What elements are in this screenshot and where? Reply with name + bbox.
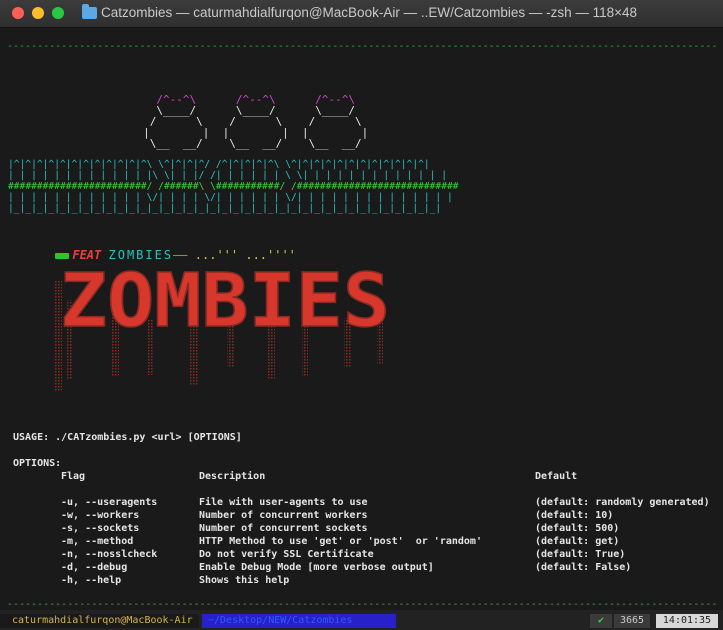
option-row: -s, --sockets Number of concurrent socke… <box>0 523 723 536</box>
option-description: Shows this help <box>199 575 290 586</box>
history-count: 3665 <box>614 614 650 628</box>
logo-text: ZOMBIES <box>60 260 390 344</box>
option-description: Do not verify SSL Certificate <box>199 549 374 560</box>
option-default: (default: True) <box>535 549 626 560</box>
option-default: (default: 500) <box>535 523 620 534</box>
prompt-time: 14:01:35 <box>656 614 718 628</box>
status-check-icon: ✔ <box>590 614 612 628</box>
folder-icon <box>82 4 97 19</box>
gun-icon <box>55 252 70 259</box>
window-title: Catzombies — caturmahdialfurqon@MacBook-… <box>101 5 638 20</box>
cat-line-5: \__ __/ \__ __/ \__ __/ <box>110 137 362 150</box>
option-flag: -m, --method <box>61 536 134 547</box>
column-flag: Flag <box>61 471 86 482</box>
terminal-content[interactable]: ----------------------------------------… <box>0 28 723 610</box>
option-default: (default: get) <box>535 536 620 547</box>
option-row: -m, --method HTTP Method to use 'get' or… <box>0 536 723 549</box>
option-flag: -n, --nosslcheck <box>61 549 158 560</box>
prompt-user: caturmahdialfurqon@MacBook-Air <box>0 614 199 628</box>
usage-line: USAGE: ./CATzombies.py <url> [OPTIONS] <box>13 432 242 443</box>
minimize-button[interactable] <box>32 7 44 19</box>
option-flag: -u, --useragents <box>61 497 158 508</box>
option-description: Number of concurrent workers <box>199 510 368 521</box>
fence-line-4: | | | | | | | | | | | | \/| | | | \/| | … <box>8 192 453 203</box>
option-row: -u, --useragents File with user-agents t… <box>0 497 723 510</box>
zoom-button[interactable] <box>52 7 64 19</box>
fence-line-3: ########################/ /######\ \####… <box>8 181 459 192</box>
fence-line-5: |_|_|_|_|_|_|_|_|_|_|_|_|_|_|_|_|_|_|_|_… <box>8 203 442 214</box>
option-flag: -s, --sockets <box>61 523 140 534</box>
option-default: (default: randomly generated) <box>535 497 710 508</box>
option-row: -d, --debug Enable Debug Mode [more verb… <box>0 562 723 575</box>
option-description: File with user-agents to use <box>199 497 368 508</box>
option-flag: -w, --workers <box>61 510 140 521</box>
option-row: -w, --workers Number of concurrent worke… <box>0 510 723 523</box>
prompt-bar[interactable]: caturmahdialfurqon@MacBook-Air ~/Desktop… <box>0 610 723 630</box>
close-button[interactable] <box>12 7 24 19</box>
option-description: Number of concurrent sockets <box>199 523 368 534</box>
terminal-window: Catzombies — caturmahdialfurqon@MacBook-… <box>0 0 723 630</box>
column-description: Description <box>199 471 266 482</box>
options-header: OPTIONS: <box>13 458 62 469</box>
column-default: Default <box>535 471 578 482</box>
option-row: -n, --nosslcheck Do not verify SSL Certi… <box>0 549 723 562</box>
title-bar[interactable]: Catzombies — caturmahdialfurqon@MacBook-… <box>0 0 723 28</box>
fence-line-1: |^|^|^|^|^|^|^|^|^|^|^|^\ \^|^|^|^/ /^|^… <box>8 159 430 170</box>
bottom-divider: ----------------------------------------… <box>7 599 718 610</box>
zombies-logo: ZOMBIES <box>52 260 398 395</box>
top-divider: ----------------------------------------… <box>7 41 718 52</box>
option-default: (default: False) <box>535 562 632 573</box>
option-flag: -d, --debug <box>61 562 128 573</box>
option-flag: -h, --help <box>61 575 122 586</box>
option-row: -h, --help Shows this help <box>0 575 723 588</box>
option-default: (default: 10) <box>535 510 614 521</box>
prompt-path: ~/Desktop/NEW/Catzombies <box>202 614 396 628</box>
option-description: HTTP Method to use 'get' or 'post' or 'r… <box>199 536 482 547</box>
fence-line-2: | | | | | | | | | | | | |\ \| | |/ /| | … <box>8 170 447 181</box>
option-description: Enable Debug Mode [more verbose output] <box>199 562 434 573</box>
